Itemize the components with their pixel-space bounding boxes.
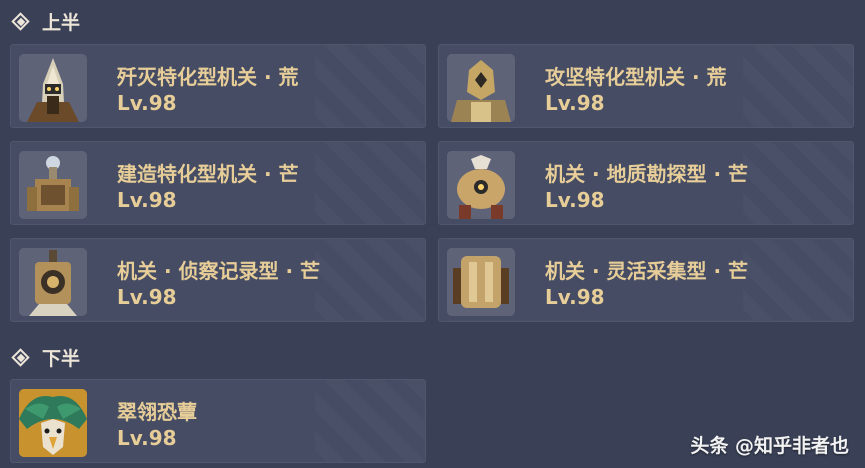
enemy-name: 建造特化型机关 · 芒: [117, 162, 299, 186]
recon-machine-portrait-icon: [19, 248, 87, 316]
annihilation-machine-portrait-icon: [19, 54, 87, 122]
enemy-name: 机关 · 灵活采集型 · 芒: [545, 259, 749, 283]
enemy-level: Lv.98: [117, 285, 177, 309]
enemy-name: 机关 · 地质勘探型 · 芒: [545, 162, 749, 186]
collector-machine-portrait-icon: [447, 248, 515, 316]
enemy-name: 歼灭特化型机关 · 荒: [117, 65, 299, 89]
enemy-level: Lv.98: [117, 91, 177, 115]
enemy-card[interactable]: 机关 · 地质勘探型 · 芒 Lv.98: [438, 141, 854, 225]
enemy-card[interactable]: 攻坚特化型机关 · 荒 Lv.98: [438, 44, 854, 128]
enemy-level: Lv.98: [545, 91, 605, 115]
section-label: 上半: [42, 12, 81, 34]
enemy-name: 攻坚特化型机关 · 荒: [545, 65, 727, 89]
enemy-level: Lv.98: [545, 188, 605, 212]
survey-machine-portrait-icon: [447, 151, 515, 219]
enemy-card[interactable]: 建造特化型机关 · 芒 Lv.98: [10, 141, 426, 225]
jadeplume-terrorshroom-portrait-icon: [19, 389, 87, 457]
enemy-level: Lv.98: [117, 426, 177, 450]
enemy-name: 机关 · 侦察记录型 · 芒: [117, 259, 321, 283]
section-header-upper: 上半: [10, 8, 80, 35]
enemy-level: Lv.98: [545, 285, 605, 309]
diamond-icon: [10, 11, 32, 33]
construction-machine-portrait-icon: [19, 151, 87, 219]
enemy-card[interactable]: 机关 · 侦察记录型 · 芒 Lv.98: [10, 238, 426, 322]
section-label: 下半: [42, 348, 81, 370]
watermark: 头条 @知乎非者也: [690, 435, 849, 457]
section-header-lower: 下半: [10, 344, 80, 371]
assault-machine-portrait-icon: [447, 54, 515, 122]
enemy-level: Lv.98: [117, 188, 177, 212]
enemy-name: 翠翎恐蕈: [117, 400, 197, 424]
enemy-card[interactable]: 机关 · 灵活采集型 · 芒 Lv.98: [438, 238, 854, 322]
diamond-icon: [10, 347, 32, 369]
enemy-card[interactable]: 歼灭特化型机关 · 荒 Lv.98: [10, 44, 426, 128]
enemy-card[interactable]: 翠翎恐蕈 Lv.98: [10, 379, 426, 463]
